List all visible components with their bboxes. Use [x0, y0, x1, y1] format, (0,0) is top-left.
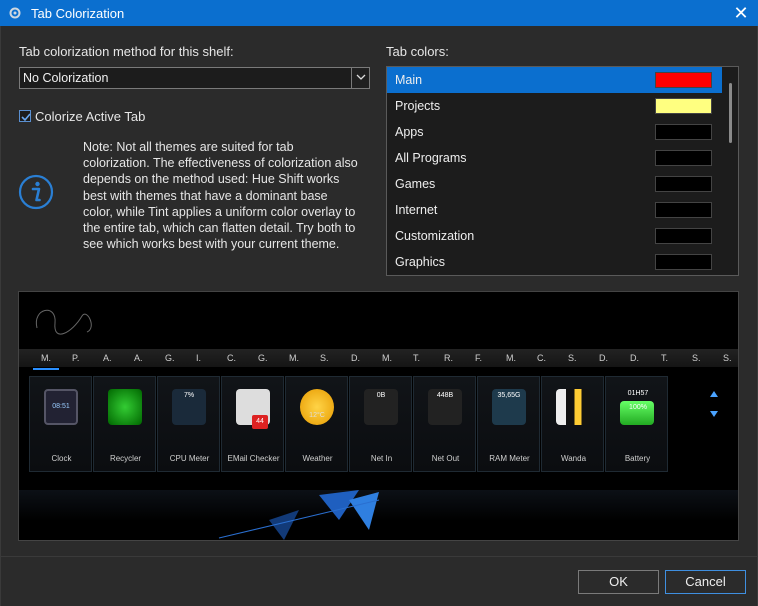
tile-email-checker[interactable]: 44 EMail Checker: [221, 376, 284, 472]
note-text: Note: Not all themes are suited for tab …: [83, 140, 358, 252]
preview-floor: [19, 490, 738, 540]
scrollbar-thumb[interactable]: [729, 83, 732, 143]
list-item[interactable]: Apps: [387, 119, 723, 145]
tab-letter[interactable]: A.: [103, 353, 112, 363]
chevron-down-icon[interactable]: [351, 68, 369, 88]
close-icon[interactable]: ✕: [732, 4, 750, 22]
tab-colors-list[interactable]: Main Projects Apps All Programs Games In…: [386, 66, 739, 276]
color-swatch[interactable]: [655, 254, 712, 270]
list-item[interactable]: Internet: [387, 197, 723, 223]
dialog-body: Tab colorization method for this shelf: …: [0, 26, 758, 606]
shelf-preview: M. P. A. A. G. I. C. G. M. S. D. M. T. R…: [18, 291, 739, 541]
tab-letter[interactable]: D.: [599, 353, 608, 363]
tab-letter[interactable]: I.: [196, 353, 201, 363]
active-tab-indicator: [33, 368, 59, 370]
color-swatch[interactable]: [655, 176, 712, 192]
tab-letter[interactable]: S.: [723, 353, 732, 363]
color-swatch[interactable]: [655, 228, 712, 244]
tile-net-in[interactable]: 0B Net In: [349, 376, 412, 472]
signature-logo: [35, 309, 92, 335]
tab-letter[interactable]: P.: [72, 353, 79, 363]
method-label: Tab colorization method for this shelf:: [19, 44, 234, 59]
tile-clock[interactable]: 08:51 Clock: [29, 376, 92, 472]
info-icon: [18, 174, 54, 210]
tab-letter[interactable]: M.: [506, 353, 516, 363]
tab-letter[interactable]: T.: [413, 353, 420, 363]
tab-letter[interactable]: G.: [258, 353, 268, 363]
tab-letter[interactable]: T.: [661, 353, 668, 363]
color-swatch[interactable]: [655, 98, 712, 114]
list-item[interactable]: Graphics: [387, 249, 723, 275]
colorize-active-label[interactable]: Colorize Active Tab: [35, 109, 145, 124]
tab-colors-label: Tab colors:: [386, 44, 449, 59]
window-title: Tab Colorization: [31, 5, 125, 21]
tab-letter[interactable]: S.: [568, 353, 577, 363]
tile-net-out[interactable]: 448B Net Out: [413, 376, 476, 472]
scroll-down-icon[interactable]: [709, 410, 719, 418]
colorize-active-checkbox[interactable]: [19, 110, 31, 122]
gear-icon: [9, 7, 21, 19]
tile-battery[interactable]: 01H57 100% Battery: [605, 376, 668, 472]
title-bar: Tab Colorization ✕: [0, 0, 758, 26]
list-item[interactable]: Customization: [387, 223, 723, 249]
list-scrollbar[interactable]: [722, 67, 738, 275]
tab-letter[interactable]: M.: [382, 353, 392, 363]
fish-icon: [556, 389, 590, 425]
scroll-up-icon[interactable]: [709, 390, 719, 398]
tile-cpu-meter[interactable]: 7% CPU Meter: [157, 376, 220, 472]
tab-letter[interactable]: S.: [320, 353, 329, 363]
tile-recycler[interactable]: Recycler: [93, 376, 156, 472]
ok-button[interactable]: OK: [578, 570, 659, 594]
color-swatch[interactable]: [655, 124, 712, 140]
tab-letter[interactable]: R.: [444, 353, 453, 363]
tab-letter[interactable]: F.: [475, 353, 482, 363]
tile-wanda[interactable]: Wanda: [541, 376, 604, 472]
list-item[interactable]: Main: [387, 67, 723, 93]
tab-letter[interactable]: G.: [165, 353, 175, 363]
list-item[interactable]: Projects: [387, 93, 723, 119]
color-swatch[interactable]: [655, 150, 712, 166]
colorization-method-select[interactable]: No Colorization: [19, 67, 370, 89]
cancel-button[interactable]: Cancel: [665, 570, 746, 594]
tab-strip: M. P. A. A. G. I. C. G. M. S. D. M. T. R…: [19, 349, 738, 367]
tab-letter[interactable]: M.: [289, 353, 299, 363]
tab-letter[interactable]: A.: [134, 353, 143, 363]
button-divider: [1, 556, 757, 557]
tab-letter[interactable]: S.: [692, 353, 701, 363]
tile-ram-meter[interactable]: 35,65G RAM Meter: [477, 376, 540, 472]
gadget-tiles: 08:51 Clock Recycler 7% CPU Meter 44 EMa…: [29, 376, 679, 472]
tab-letter[interactable]: D.: [630, 353, 639, 363]
list-item[interactable]: Games: [387, 171, 723, 197]
tile-weather[interactable]: 12°C Weather: [285, 376, 348, 472]
color-swatch[interactable]: [655, 202, 712, 218]
tab-letter[interactable]: D.: [351, 353, 360, 363]
tab-letter[interactable]: M.: [41, 353, 51, 363]
color-swatch[interactable]: [655, 72, 712, 88]
tab-letter[interactable]: C.: [227, 353, 236, 363]
tab-letter[interactable]: C.: [537, 353, 546, 363]
method-selected-value: No Colorization: [23, 71, 109, 85]
recycle-bin-icon: [108, 389, 142, 425]
list-item[interactable]: All Programs: [387, 145, 723, 171]
